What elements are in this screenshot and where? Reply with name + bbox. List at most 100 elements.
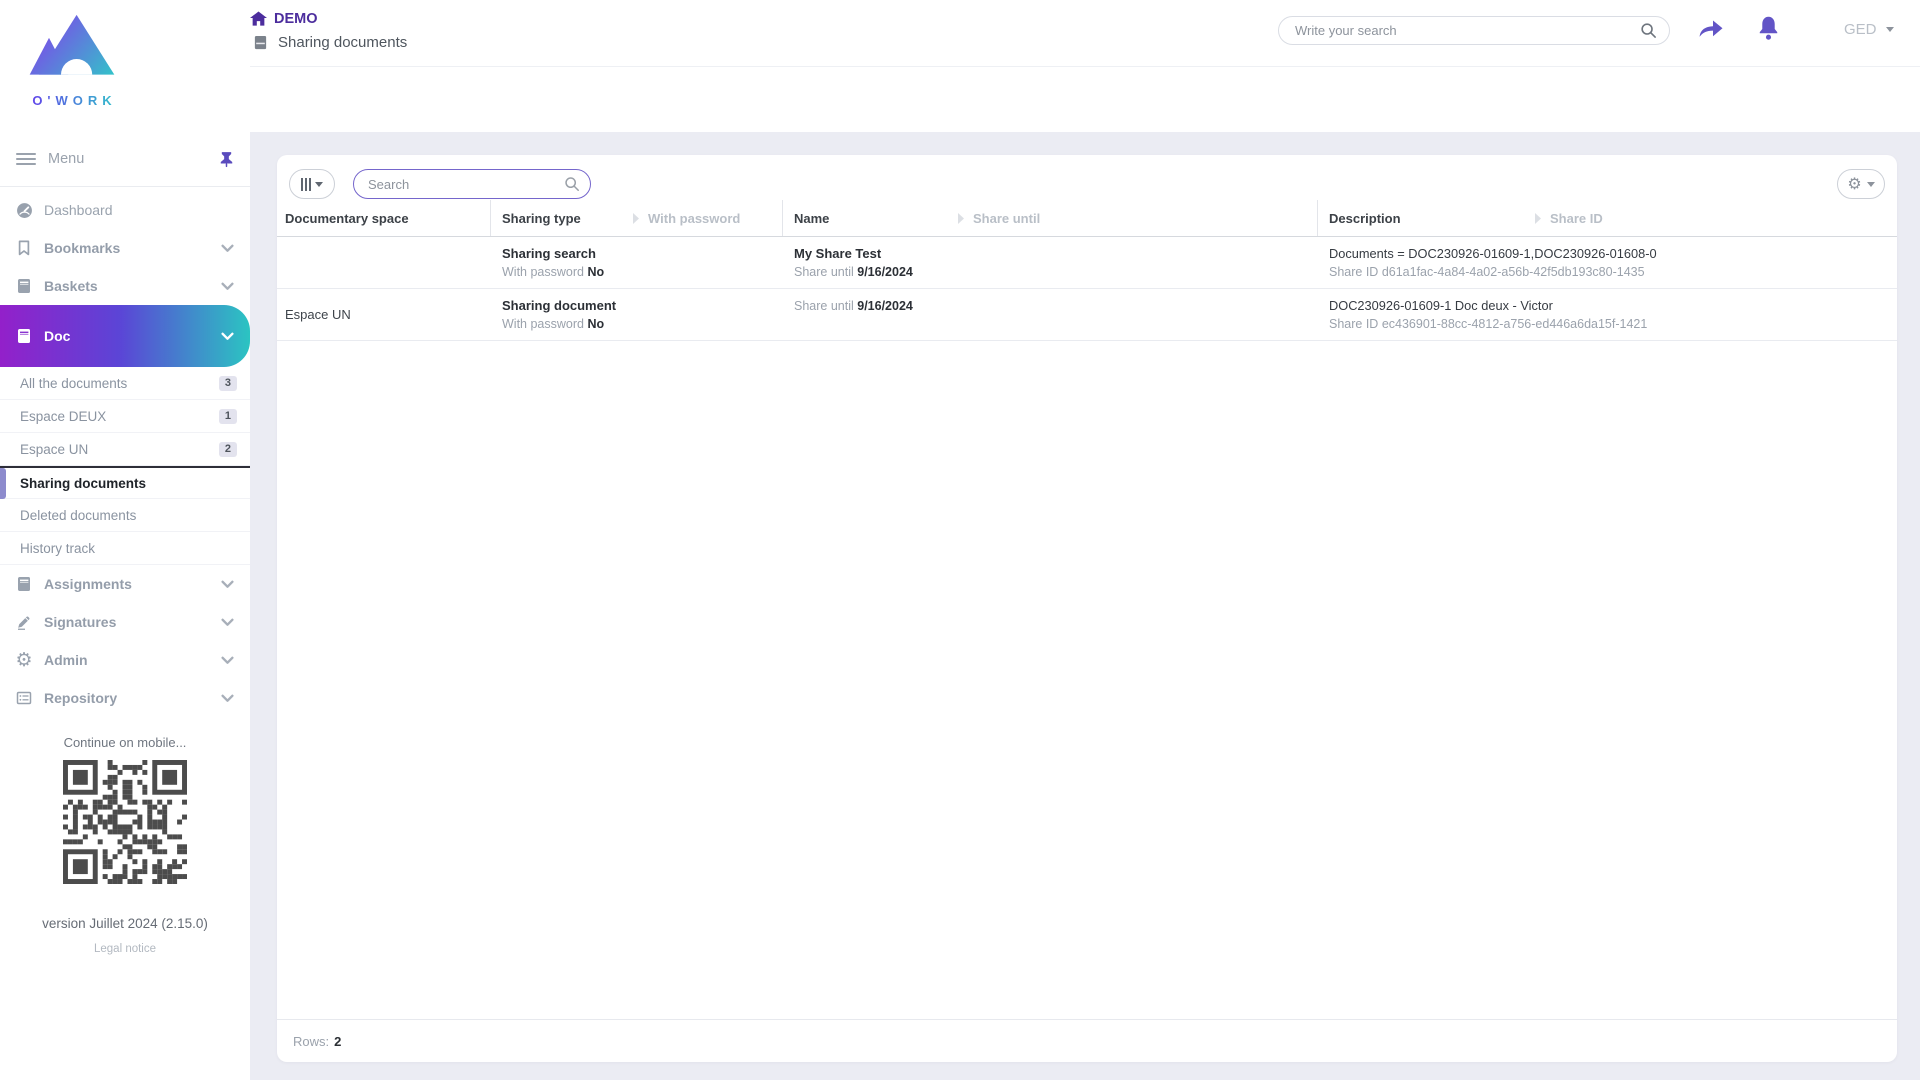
rows-count-value: 2	[334, 1034, 341, 1049]
sidebar-item-bookmarks[interactable]: Bookmarks	[0, 229, 250, 267]
dashboard-icon	[14, 202, 34, 219]
search-icon[interactable]	[564, 176, 580, 192]
gear-icon: ⚙	[1847, 176, 1861, 192]
chevron-down-icon	[221, 332, 234, 341]
cell-with-password	[630, 237, 782, 288]
cell-name: Share until 9/16/2024	[782, 289, 955, 340]
table-row[interactable]: Espace UN Sharing document With password…	[277, 289, 1897, 341]
pen-icon	[14, 614, 34, 630]
sidebar-item-assignments[interactable]: Assignments	[0, 565, 250, 603]
columns-toggle-button[interactable]	[289, 169, 335, 199]
cell-documentary-space	[277, 237, 490, 288]
cell-sharing-type: Sharing search With password No	[490, 237, 630, 288]
count-badge: 3	[219, 376, 237, 391]
bell-icon	[1757, 15, 1780, 41]
cell-documentary-space: Espace UN	[277, 289, 490, 340]
main-area: ⚙ Documentary space Sharing type With pa…	[250, 132, 1920, 1080]
sidebar-item-sharing-documents[interactable]: Sharing documents	[0, 466, 250, 499]
sidebar-item-all-the-documents[interactable]: All the documents 3	[0, 367, 250, 400]
cell-share-id	[1532, 237, 1897, 288]
header-divider	[250, 66, 1920, 67]
page-title-label: Sharing documents	[278, 34, 407, 51]
cell-sharing-type: Sharing document With password No	[490, 289, 630, 340]
mobile-hint: Continue on mobile...	[0, 735, 250, 750]
sort-chevron-icon	[957, 212, 965, 225]
cell-description: Documents = DOC230926-01609-1,DOC230926-…	[1317, 237, 1532, 288]
cell-share-id	[1532, 289, 1897, 340]
doc-submenu: All the documents 3 Espace DEUX 1 Espace…	[0, 367, 250, 565]
cell-share-until	[955, 237, 1317, 288]
gear-icon: ⚙	[14, 651, 34, 670]
sidebar-item-deleted-documents[interactable]: Deleted documents	[0, 499, 250, 532]
column-header-documentary-space[interactable]: Documentary space	[277, 200, 490, 236]
breadcrumb: DEMO Sharing documents	[250, 11, 407, 51]
sidebar-item-signatures[interactable]: Signatures	[0, 603, 250, 641]
chevron-down-icon	[221, 580, 234, 589]
caret-down-icon	[1867, 182, 1875, 187]
column-header-share-id[interactable]: Share ID	[1532, 200, 1897, 236]
column-header-name[interactable]: Name	[782, 200, 955, 236]
caret-down-icon	[315, 182, 323, 187]
user-menu[interactable]: GED	[1844, 21, 1894, 38]
rows-count-label: Rows:	[293, 1034, 329, 1049]
sidebar-menu-row: Menu	[0, 132, 250, 187]
column-header-share-until[interactable]: Share until	[955, 200, 1317, 236]
breadcrumb-home[interactable]: DEMO	[250, 11, 407, 27]
book-icon	[14, 576, 34, 592]
bookmark-icon	[14, 240, 34, 256]
legal-notice-link[interactable]: Legal notice	[0, 943, 250, 955]
cell-name: My Share Test Share until 9/16/2024	[782, 237, 955, 288]
sidebar-item-dashboard[interactable]: Dashboard	[0, 191, 250, 229]
table-search-input[interactable]	[368, 177, 564, 192]
document-icon	[253, 35, 268, 50]
chevron-down-icon	[221, 656, 234, 665]
table-row[interactable]: Sharing search With password No My Share…	[277, 237, 1897, 289]
chevron-down-icon	[221, 282, 234, 291]
sidebar-nav: Dashboard Bookmarks Baskets	[0, 187, 250, 717]
search-icon[interactable]	[1640, 22, 1657, 39]
sidebar-item-espace-deux[interactable]: Espace DEUX 1	[0, 400, 250, 433]
logo-text: O'WORK	[16, 93, 128, 108]
content-card: ⚙ Documentary space Sharing type With pa…	[277, 155, 1897, 1062]
hamburger-menu-icon[interactable]	[16, 153, 36, 165]
notifications-button[interactable]	[1757, 15, 1780, 46]
table-body: Sharing search With password No My Share…	[277, 237, 1897, 1019]
column-header-description[interactable]: Description	[1317, 200, 1532, 236]
count-badge: 2	[219, 442, 237, 457]
global-search-input[interactable]	[1295, 23, 1640, 38]
book-icon	[14, 278, 34, 294]
home-icon	[250, 11, 267, 27]
user-menu-label: GED	[1844, 21, 1877, 38]
share-icon	[1697, 17, 1724, 41]
global-search	[1278, 16, 1670, 45]
sort-chevron-icon	[632, 212, 640, 225]
qr-code	[63, 760, 187, 884]
sidebar-item-doc[interactable]: Doc	[0, 305, 250, 367]
book-icon	[14, 328, 34, 344]
table-toolbar: ⚙	[277, 155, 1897, 200]
chevron-down-icon	[221, 618, 234, 627]
sidebar-item-admin[interactable]: ⚙ Admin	[0, 641, 250, 679]
cell-share-until	[955, 289, 1317, 340]
table-settings-button[interactable]: ⚙	[1837, 169, 1885, 199]
logo-mountain-icon	[26, 10, 118, 86]
menu-label: Menu	[48, 151, 84, 167]
chevron-down-icon	[221, 694, 234, 703]
sidebar-item-repository[interactable]: Repository	[0, 679, 250, 717]
sidebar-item-baskets[interactable]: Baskets	[0, 267, 250, 305]
app-logo[interactable]: O'WORK	[16, 10, 128, 108]
sidebar-item-history-track[interactable]: History track	[0, 532, 250, 565]
share-button[interactable]	[1697, 17, 1724, 46]
caret-down-icon	[1886, 27, 1894, 32]
column-header-sharing-type[interactable]: Sharing type	[490, 200, 630, 236]
sidebar-item-espace-un[interactable]: Espace UN 2	[0, 433, 250, 466]
sort-chevron-icon	[1534, 212, 1542, 225]
count-badge: 1	[219, 409, 237, 424]
pin-icon[interactable]	[219, 151, 234, 168]
page-title: Sharing documents	[250, 34, 407, 51]
version-label: version Juillet 2024 (2.15.0)	[0, 916, 250, 931]
table-search	[353, 169, 591, 199]
cell-with-password	[630, 289, 782, 340]
list-icon	[14, 690, 34, 706]
column-header-with-password[interactable]: With password	[630, 200, 782, 236]
